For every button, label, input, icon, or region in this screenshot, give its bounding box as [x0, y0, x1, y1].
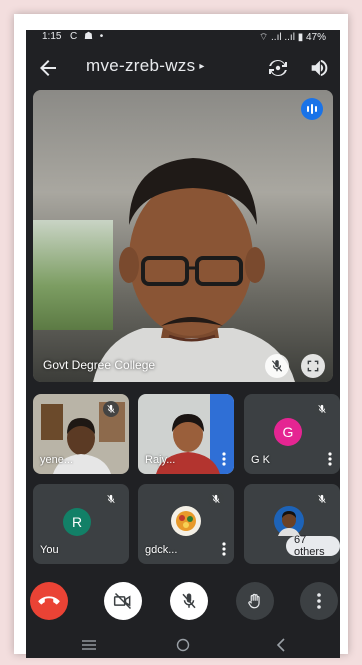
- participant-name: You: [40, 544, 59, 556]
- videocam-off-icon: [113, 592, 132, 610]
- avatar: [171, 506, 201, 536]
- avatar: G: [274, 418, 302, 446]
- participant-name: yene...: [40, 454, 74, 466]
- main-participant-name: Govt Degree College: [43, 358, 156, 372]
- end-call-button[interactable]: [30, 582, 68, 620]
- avatar: [274, 506, 304, 536]
- camera-toggle-button[interactable]: [104, 582, 142, 620]
- more-vert-icon[interactable]: [222, 452, 226, 466]
- others-tile[interactable]: 67 others: [244, 484, 340, 564]
- more-vert-icon[interactable]: [328, 452, 332, 466]
- participant-tile[interactable]: yene...: [33, 394, 129, 474]
- meeting-code: mve-zreb-wzs: [86, 56, 196, 75]
- back-arrow-icon[interactable]: [36, 56, 60, 80]
- more-vert-icon[interactable]: [222, 542, 226, 556]
- back-icon[interactable]: [276, 638, 286, 652]
- participant-tile[interactable]: Rajy...: [138, 394, 234, 474]
- raise-hand-button[interactable]: [236, 582, 274, 620]
- participant-name: G K: [251, 454, 270, 466]
- avatar: R: [63, 508, 91, 536]
- mic-off-icon: [208, 491, 224, 507]
- participant-name: gdck...: [145, 544, 178, 556]
- call-top-bar: mve-zreb-wzs ▸: [26, 48, 340, 88]
- others-count-badge[interactable]: 67 others: [286, 534, 340, 558]
- chevron-right-icon: ▸: [199, 61, 205, 72]
- participant-name: Rajy...: [145, 454, 176, 466]
- mic-off-icon: [103, 401, 119, 417]
- fullscreen-icon[interactable]: [301, 354, 325, 378]
- speaker-icon[interactable]: [308, 57, 330, 79]
- mic-off-icon: [314, 491, 330, 507]
- home-icon[interactable]: [176, 638, 190, 652]
- mic-off-icon: [103, 491, 119, 507]
- mic-off-icon: [314, 401, 330, 417]
- participant-video: [93, 158, 295, 382]
- more-options-button[interactable]: [300, 582, 338, 620]
- speaking-indicator-icon: [301, 98, 323, 120]
- status-time: 1:15: [42, 31, 62, 42]
- mic-toggle-button[interactable]: [170, 582, 208, 620]
- meeting-code-button[interactable]: mve-zreb-wzs ▸: [86, 56, 205, 76]
- android-nav-bar: [26, 630, 340, 658]
- participant-tile[interactable]: gdck...: [138, 484, 234, 564]
- status-bar: 1:15 C ☗ • ⌔ ..ıl ..ıl ▮ 47%: [26, 30, 340, 44]
- system-icons: ⌔ ..ıl ..ıl ▮ 47%: [258, 32, 326, 43]
- mic-off-icon: [182, 593, 196, 609]
- end-call-icon: [38, 596, 60, 605]
- meet-app-screen: 1:15 C ☗ • ⌔ ..ıl ..ıl ▮ 47% mve-zreb-wz…: [26, 30, 340, 658]
- participant-tile[interactable]: G G K: [244, 394, 340, 474]
- call-controls: [26, 578, 340, 622]
- raise-hand-icon: [248, 593, 260, 609]
- more-vert-icon: [317, 593, 321, 609]
- recents-icon[interactable]: [82, 640, 96, 650]
- notification-icons: C ☗ •: [70, 31, 106, 42]
- switch-camera-icon[interactable]: [266, 56, 290, 80]
- main-participant-tile[interactable]: Govt Degree College: [33, 90, 333, 382]
- mic-off-icon[interactable]: [265, 354, 289, 378]
- participant-tile-self[interactable]: R You: [33, 484, 129, 564]
